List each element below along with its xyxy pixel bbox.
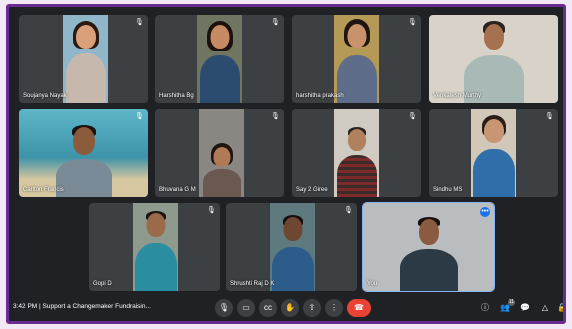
participant-video <box>471 109 516 197</box>
participant-video <box>429 15 558 103</box>
participant-name: Bhuvana G M <box>159 187 196 193</box>
mic-off-icon: 🎙 <box>135 19 144 26</box>
mic-off-icon: 🎙 <box>545 113 554 120</box>
participant-name: Say 2 Giree <box>296 187 328 193</box>
activities-icon[interactable]: △ <box>539 302 551 314</box>
mic-off-icon: 🎙 <box>207 207 216 214</box>
participant-video <box>133 203 178 291</box>
participant-name: Harshitha Bg <box>159 93 194 99</box>
mic-icon[interactable]: 🎙 <box>215 299 233 317</box>
participant-name: Gopi D <box>93 281 112 287</box>
participant-tile[interactable]: 🎙 Bhuvana G M <box>155 109 284 197</box>
participant-name: Venkatesh Murthy <box>433 93 482 99</box>
self-view-tile[interactable]: ••• You <box>362 202 495 292</box>
participant-tile[interactable]: 🎙 Gopi D <box>89 203 220 291</box>
participant-video <box>197 15 242 103</box>
mic-off-icon: 🎙 <box>344 207 353 214</box>
participant-name: Carlton Francis <box>23 187 64 193</box>
camera-icon[interactable]: ▭ <box>237 299 255 317</box>
hand-raise-icon[interactable]: ✋ <box>281 299 299 317</box>
participant-tile[interactable]: 🎙 Harshitha Bg <box>155 15 284 103</box>
participant-name: Sindhu MS <box>433 187 463 193</box>
participant-tile[interactable]: Venkatesh Murthy <box>429 15 558 103</box>
participant-video <box>19 109 148 197</box>
participant-tile[interactable]: 🎙 Shrushti Raj D K <box>226 203 357 291</box>
people-count-badge: 11 <box>507 299 515 306</box>
participant-name: Shrushti Raj D K <box>230 281 275 287</box>
mic-off-icon: 🎙 <box>408 19 417 26</box>
mic-off-icon: 🎙 <box>271 19 280 26</box>
participant-tile[interactable]: 🎙 Soujanya Nayak <box>19 15 148 103</box>
participant-video <box>334 15 379 103</box>
more-options-icon[interactable]: ⋮ <box>325 299 343 317</box>
mic-off-icon: 🎙 <box>408 113 417 120</box>
more-options-icon[interactable]: ••• <box>480 207 490 217</box>
participant-name: Soujanya Nayak <box>23 93 67 99</box>
info-icon[interactable]: ⓘ <box>479 302 491 314</box>
participant-name: You <box>367 281 378 287</box>
participant-video <box>63 15 108 103</box>
participant-tile[interactable]: 🎙 Carlton Francis <box>19 109 148 197</box>
meeting-window: 🎙 Soujanya Nayak 🎙 Harshitha Bg 🎙 harshi… <box>6 4 566 324</box>
participant-name: harshitha prakash <box>296 93 344 99</box>
participant-video <box>363 203 494 291</box>
mic-off-icon: 🎙 <box>271 113 280 120</box>
meeting-time-title: 3:42 PM | Support a Changemaker Fundrais… <box>13 303 151 310</box>
present-screen-icon[interactable]: ⇧ <box>303 299 321 317</box>
people-icon[interactable]: 👥 11 <box>499 299 515 314</box>
participant-tile[interactable]: 🎙 Sindhu MS <box>429 109 558 197</box>
participant-video <box>334 109 379 197</box>
captions-icon[interactable]: cc <box>259 299 277 317</box>
chat-icon[interactable]: 💬 <box>519 302 531 314</box>
video-grid: 🎙 Soujanya Nayak 🎙 Harshitha Bg 🎙 harshi… <box>9 7 563 321</box>
participant-video <box>199 109 244 197</box>
meeting-controls-bar: 3:42 PM | Support a Changemaker Fundrais… <box>9 295 563 321</box>
end-call-button[interactable]: ☎ <box>347 299 371 317</box>
lock-icon[interactable]: 🔒 <box>556 302 563 314</box>
participant-tile[interactable]: 🎙 harshitha prakash <box>292 15 421 103</box>
participant-video <box>270 203 315 291</box>
participant-tile[interactable]: 🎙 Say 2 Giree <box>292 109 421 197</box>
mic-off-icon: 🎙 <box>135 113 144 120</box>
